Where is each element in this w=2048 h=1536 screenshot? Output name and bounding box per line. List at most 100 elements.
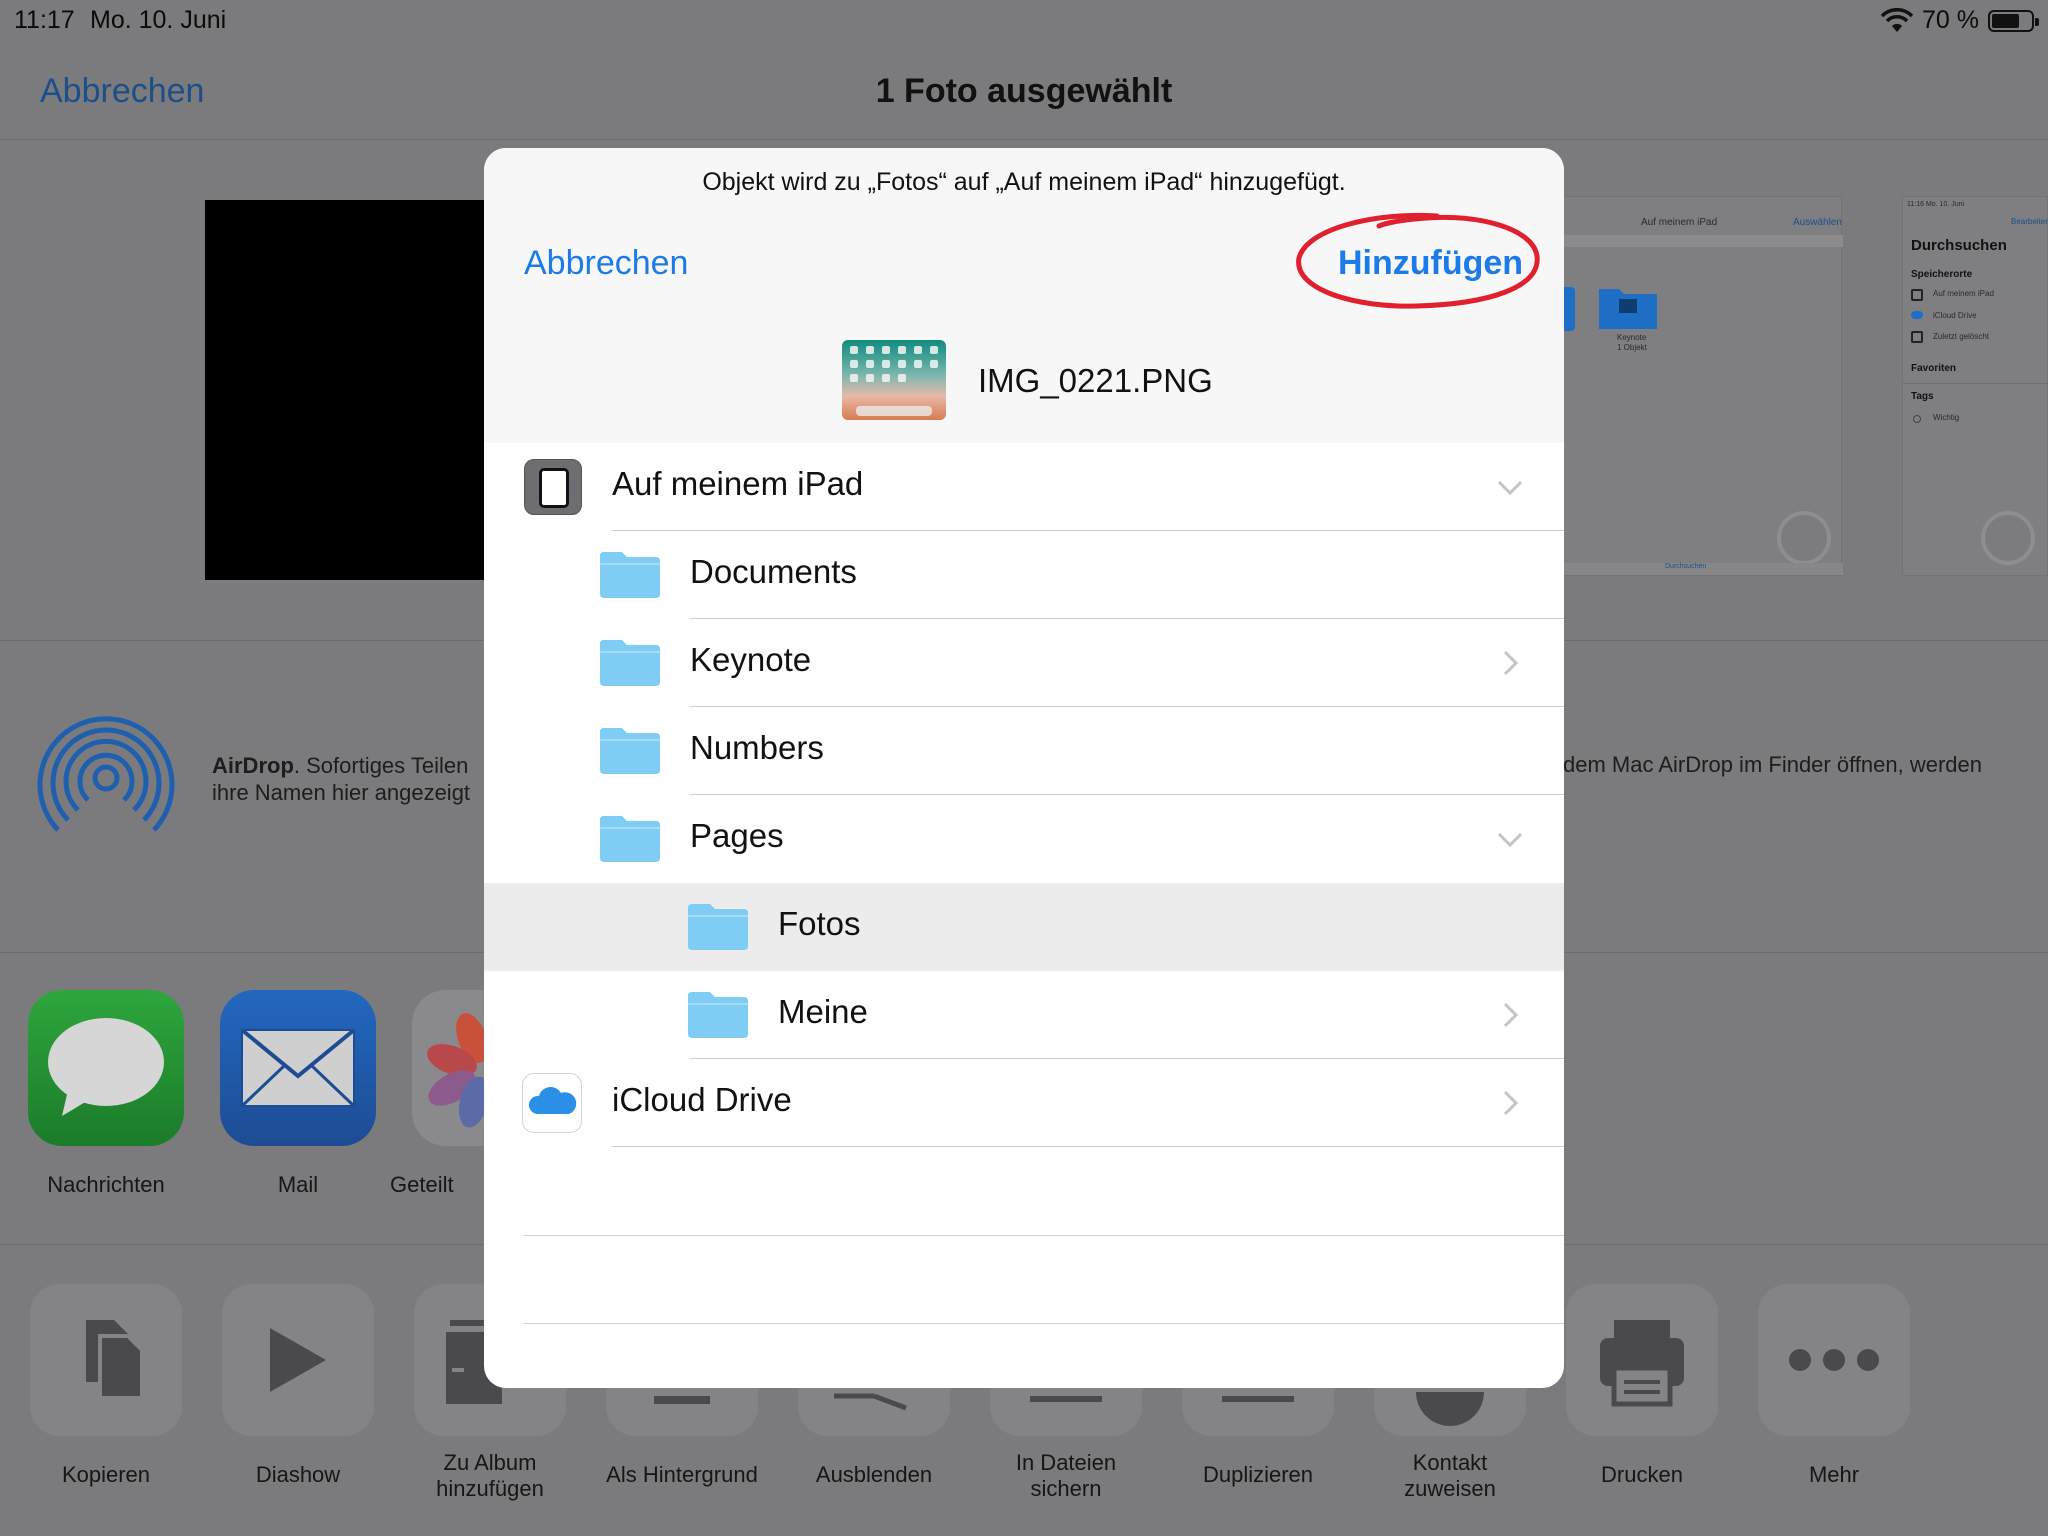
envelope-icon [240,1028,356,1108]
preview-folder-sub: 1 Objekt [1617,343,1647,352]
preview-tag-dot-icon [1913,415,1921,423]
location-label: iCloud Drive [612,1081,792,1118]
play-icon [270,1328,326,1392]
folder-meine[interactable]: Meine [484,971,1564,1059]
app-messages[interactable] [28,990,184,1146]
empty-row-separator [524,1323,1564,1324]
copy-icon [86,1320,144,1400]
preview-home-ring-icon [1777,511,1831,565]
preview-trash-icon [1911,331,1923,343]
preview-home-ring-icon [1981,511,2035,565]
photo-thumbnail[interactable] [205,200,495,580]
folder-fotos-selected[interactable]: Fotos [484,883,1564,971]
airdrop-icon [37,716,175,842]
red-circle-annotation [1296,212,1540,309]
app-shared-albums-label: Geteilt [390,1172,454,1197]
save-to-files-dialog: Objekt wird zu „Fotos“ auf „Auf meinem i… [484,148,1564,1388]
action-slideshow-label: Diashow [255,1462,341,1487]
preview-location-item: Zuletzt gelöscht [1933,332,1990,341]
action-save-to-files-label: In Dateien sichern [971,1450,1161,1502]
file-name: IMG_0221.PNG [978,362,1213,399]
folder-label: Meine [778,993,868,1030]
battery-percent: 70 % [1922,6,1979,34]
folder-label: Numbers [690,729,824,766]
status-bar: 11:17 Mo. 10. Juni 70 % [0,0,2048,40]
screenshot-preview-2: 11:16 Mo. 10. Juni Bearbeiten Durchsuche… [1902,196,2048,576]
action-save-to-files-text: In Dateien sichern [1015,1450,1117,1501]
preview-date: 11:16 Mo. 10. Juni [1907,201,1965,208]
folder-numbers[interactable]: Numbers [484,707,1564,795]
location-label: Auf meinem iPad [612,465,864,502]
ipad-icon [524,459,582,515]
ipad-screenshot-thumbnail-icon [842,340,946,420]
chevron-right-icon [1503,650,1519,676]
preview-title: Auf meinem iPad [1641,217,1718,228]
folder-icon [688,992,748,1038]
preview-tag-item: Wichtig [1933,413,1960,422]
folder-icon [688,904,748,950]
airdrop-text-line1: . Sofortiges Teilen [293,753,469,778]
folder-keynote[interactable]: Keynote [484,619,1564,707]
chevron-right-icon [1503,1002,1519,1028]
action-copy[interactable] [30,1284,182,1436]
row-separator [612,1146,1564,1147]
printer-icon [1600,1320,1684,1407]
icloud-icon [522,1073,582,1133]
folder-icon [600,640,660,686]
app-mail-label: Mail [277,1172,319,1197]
preview-browse-title: Durchsuchen [1911,237,2007,254]
action-more-label: Mehr [1808,1462,1860,1487]
action-slideshow[interactable] [222,1284,374,1436]
airdrop-title: AirDrop [212,753,294,778]
wifi-icon [1880,8,1914,32]
folder-label: Keynote [690,641,812,678]
folder-icon [600,728,660,774]
battery-icon [1988,10,2039,32]
folder-icon [600,552,660,598]
airdrop-description-continued: dem Mac AirDrop im Finder öffnen, werden [1563,752,1982,777]
preview-ipad-icon [1911,289,1923,301]
dialog-cancel-button[interactable]: Abbrechen [524,244,688,283]
status-date: Mo. 10. Juni [90,6,227,34]
dialog-header: Objekt wird zu „Fotos“ auf „Auf meinem i… [484,148,1564,443]
screenshot-preview-1: Auf meinem iPad Auswählen Keynote 1 Obje… [1540,196,1843,576]
action-assign-contact-text: Kontakt zuweisen [1404,1450,1496,1501]
status-time: 11:17 [14,6,75,34]
action-add-to-album-label: Zu Album hinzufügen [395,1450,585,1502]
location-on-my-ipad[interactable]: Auf meinem iPad [484,443,1564,531]
empty-row-separator [524,1235,1564,1236]
share-header: Abbrechen 1 Foto ausgewählt [0,40,2048,140]
folder-label: Fotos [778,905,861,942]
preview-toolbar [1541,235,1843,247]
dialog-message: Objekt wird zu „Fotos“ auf „Auf meinem i… [702,168,1346,196]
action-assign-contact-label: Kontakt zuweisen [1355,1450,1545,1502]
folder-label: Pages [690,817,784,854]
app-messages-label: Nachrichten [47,1172,165,1197]
action-copy-label: Kopieren [61,1462,151,1487]
preview-tab-label: Durchsuchen [1665,563,1707,570]
file-thumbnail [842,340,946,420]
preview-location-item: iCloud Drive [1933,311,1977,320]
preview-icloud-icon [1911,311,1923,319]
folder-label: Documents [690,553,857,590]
folder-pages[interactable]: Pages [484,795,1564,883]
preview-favorites-heading: Favoriten [1911,363,1957,374]
preview-locations-heading: Speicherorte [1911,269,1973,280]
action-wallpaper-label: Als Hintergrund [606,1462,758,1487]
folder-icon [600,816,660,862]
more-dots-icon [1789,1349,1879,1371]
folder-documents[interactable]: Documents [484,531,1564,619]
preview-location-item: Auf meinem iPad [1933,289,1994,298]
airdrop-description: AirDrop. Sofortiges Teilen ihre Namen hi… [212,752,492,806]
airdrop-text-line2: ihre Namen hier angezeigt [212,780,471,805]
preview-folder-label: Keynote [1617,333,1647,342]
action-print-label: Drucken [1601,1462,1683,1487]
action-print[interactable] [1566,1284,1718,1436]
app-mail[interactable] [220,990,376,1146]
action-duplicate-label: Duplizieren [1202,1462,1314,1487]
chevron-down-icon [1497,832,1523,848]
location-icloud-drive[interactable]: iCloud Drive [484,1059,1564,1147]
action-add-to-album-text: Zu Album hinzufügen [436,1450,544,1501]
action-hide-label: Ausblenden [815,1462,933,1487]
action-more[interactable] [1758,1284,1910,1436]
